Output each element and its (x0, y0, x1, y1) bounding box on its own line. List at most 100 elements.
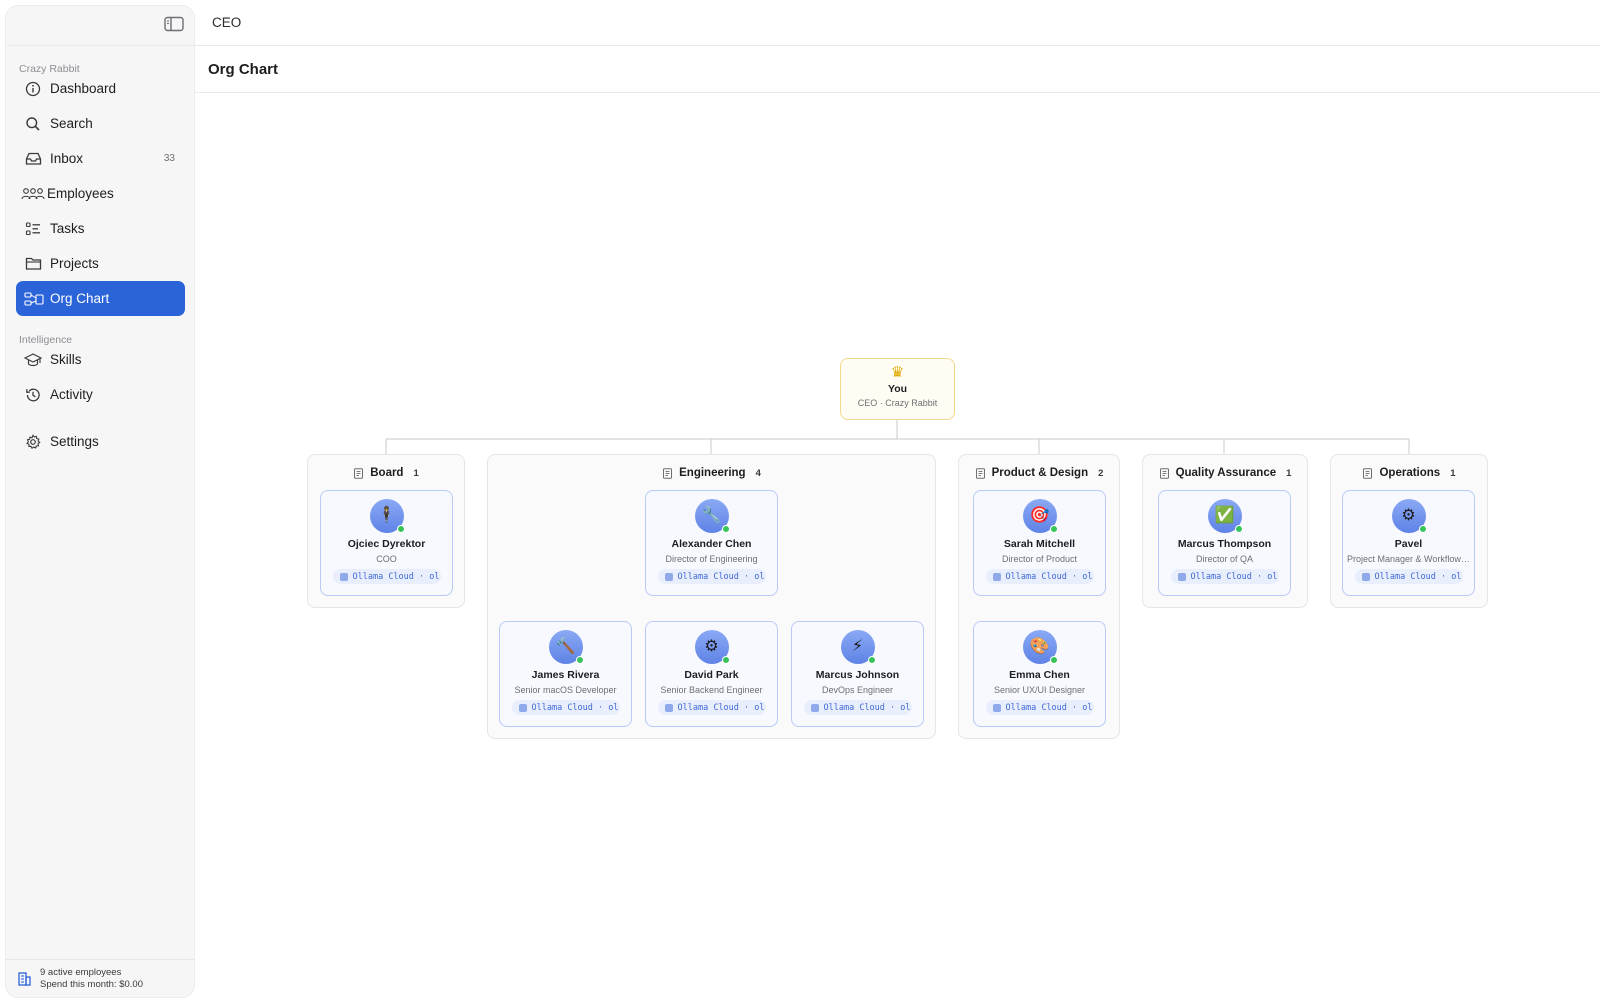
employee-avatar: 🎯 (1022, 499, 1058, 533)
avatar-emoji: ⚙ (1401, 507, 1416, 524)
model-label: Ollama Cloud · ollama (1190, 571, 1279, 582)
sidebar-item-dashboard[interactable]: Dashboard (16, 71, 185, 106)
cloud-icon (339, 572, 348, 581)
employee-role: Senior macOS Developer (514, 685, 617, 695)
online-status-dot (721, 525, 730, 533)
department-icon (1363, 467, 1373, 479)
cloud-icon (1361, 572, 1370, 581)
employee-avatar: ✅ (1207, 499, 1243, 533)
avatar-emoji: 🔨 (555, 638, 576, 655)
employee-role: Senior UX/UI Designer (993, 685, 1086, 695)
cloud-icon (992, 572, 1001, 581)
employee-name: Marcus Thompson (1177, 538, 1272, 550)
department-header: Quality Assurance 1 (1143, 465, 1307, 481)
employee-avatar: 🎨 (1022, 630, 1058, 664)
department-name: Engineering (679, 467, 746, 479)
model-label: Ollama Cloud · ollama (1005, 702, 1094, 713)
sidebar-item-label: Skills (50, 352, 82, 367)
avatar-emoji: 🕴 (376, 507, 397, 524)
online-status-dot (1418, 525, 1427, 533)
online-status-dot (396, 525, 405, 533)
cloud-icon (518, 703, 527, 712)
employee-card[interactable]: ✅ Marcus Thompson Director of QA Ollama … (1158, 490, 1291, 596)
sidebar-toggle-button[interactable] (164, 16, 186, 34)
employee-name: Sarah Mitchell (1003, 538, 1076, 550)
model-label: Ollama Cloud · ollama (677, 702, 766, 713)
cloud-icon (810, 703, 819, 712)
info-icon (24, 80, 42, 98)
employee-avatar: ⚡ (840, 630, 876, 664)
top-bar: CEO (194, 0, 1600, 46)
department-count: 1 (413, 467, 419, 479)
active-employees-count: 9 active employees (40, 966, 122, 978)
employee-role: Senior Backend Engineer (660, 685, 763, 695)
department-header: Engineering 4 (488, 465, 935, 481)
employee-avatar: 🔧 (694, 499, 730, 533)
department-icon (1159, 467, 1169, 479)
employee-role: Director of Engineering (665, 554, 758, 564)
employee-name: James Rivera (531, 669, 600, 681)
crown-icon: ♛ (890, 364, 905, 381)
avatar-emoji: ⚡ (851, 638, 864, 655)
employee-card[interactable]: ⚡ Marcus Johnson DevOps Engineer Ollama … (791, 621, 924, 727)
department-name: Product & Design (991, 467, 1089, 479)
department-count: 1 (1286, 467, 1292, 479)
employee-name: Pavel (1394, 538, 1423, 550)
employee-card[interactable]: 🔨 James Rivera Senior macOS Developer Ol… (499, 621, 632, 727)
department-name: Board (370, 467, 404, 479)
model-label: Ollama Cloud · ollama (531, 702, 620, 713)
model-label: Ollama Cloud · ollama (1374, 571, 1463, 582)
online-status-dot (1049, 525, 1058, 533)
avatar-emoji: ⚙ (704, 638, 719, 655)
sidebar-item-employees[interactable]: Employees (16, 176, 185, 211)
model-chip: Ollama Cloud · ollama (657, 569, 766, 584)
ceo-role: CEO · Crazy Rabbit (857, 398, 938, 408)
model-chip: Ollama Cloud · ollama (657, 700, 766, 715)
online-status-dot (1049, 656, 1058, 664)
sidebar-item-skills[interactable]: Skills (16, 342, 185, 377)
sidebar-item-activity[interactable]: Activity (16, 377, 185, 412)
sidebar-item-label: Projects (50, 256, 99, 271)
inbox-icon (24, 150, 42, 168)
employee-role: Director of QA (1195, 554, 1253, 564)
model-chip: Ollama Cloud · ollama (511, 700, 620, 715)
employee-avatar: ⚙ (1391, 499, 1427, 533)
model-chip: Ollama Cloud · ollama (803, 700, 912, 715)
sidebar-item-search[interactable]: Search (16, 106, 185, 141)
sidebar-item-inbox[interactable]: Inbox 33 (16, 141, 185, 176)
department-icon (663, 467, 673, 479)
sidebar-item-projects[interactable]: Projects (16, 246, 185, 281)
sidebar-divider (6, 45, 194, 46)
model-chip: Ollama Cloud · ollama (332, 569, 441, 584)
sidebar-item-label: Tasks (50, 221, 85, 236)
app-window: Crazy Rabbit Dashboard Search Inbox 33 E… (0, 0, 1600, 1004)
cloud-icon (1177, 572, 1186, 581)
employee-card[interactable]: 🎨 Emma Chen Senior UX/UI Designer Ollama… (973, 621, 1106, 727)
gear-icon (24, 433, 42, 451)
department-icon (354, 467, 364, 479)
online-status-dot (575, 656, 584, 664)
building-icon (18, 971, 32, 986)
employee-card[interactable]: 🔧 Alexander Chen Director of Engineering… (645, 490, 778, 596)
employee-card[interactable]: ⚙ David Park Senior Backend Engineer Oll… (645, 621, 778, 727)
sidebar-item-tasks[interactable]: Tasks (16, 211, 185, 246)
sidebar-toggle-icon (164, 16, 184, 32)
inbox-count-badge: 33 (163, 153, 175, 164)
page-header: Org Chart (194, 46, 1600, 93)
department-icon (975, 467, 985, 479)
sidebar-item-settings[interactable]: Settings (16, 424, 185, 459)
sidebar-footer: 9 active employees Spend this month: $0.… (6, 959, 194, 997)
employee-name: Emma Chen (1009, 669, 1070, 681)
avatar-emoji: 🎯 (1029, 507, 1050, 524)
folder-icon (24, 255, 42, 273)
department-header: Board 1 (308, 465, 464, 481)
employee-card[interactable]: ⚙ Pavel Project Manager & Workflow Lead … (1342, 490, 1475, 596)
sidebar-item-org-chart[interactable]: Org Chart (16, 281, 185, 316)
avatar-emoji: 🔧 (701, 507, 722, 524)
employee-role: Director of Product (1001, 554, 1078, 564)
model-label: Ollama Cloud · ollama (823, 702, 912, 713)
employee-card[interactable]: 🎯 Sarah Mitchell Director of Product Oll… (973, 490, 1106, 596)
ceo-card[interactable]: ♛ You CEO · Crazy Rabbit (840, 358, 955, 420)
employee-card[interactable]: 🕴 Ojciec Dyrektor COO Ollama Cloud · oll… (320, 490, 453, 596)
history-icon (24, 386, 42, 404)
